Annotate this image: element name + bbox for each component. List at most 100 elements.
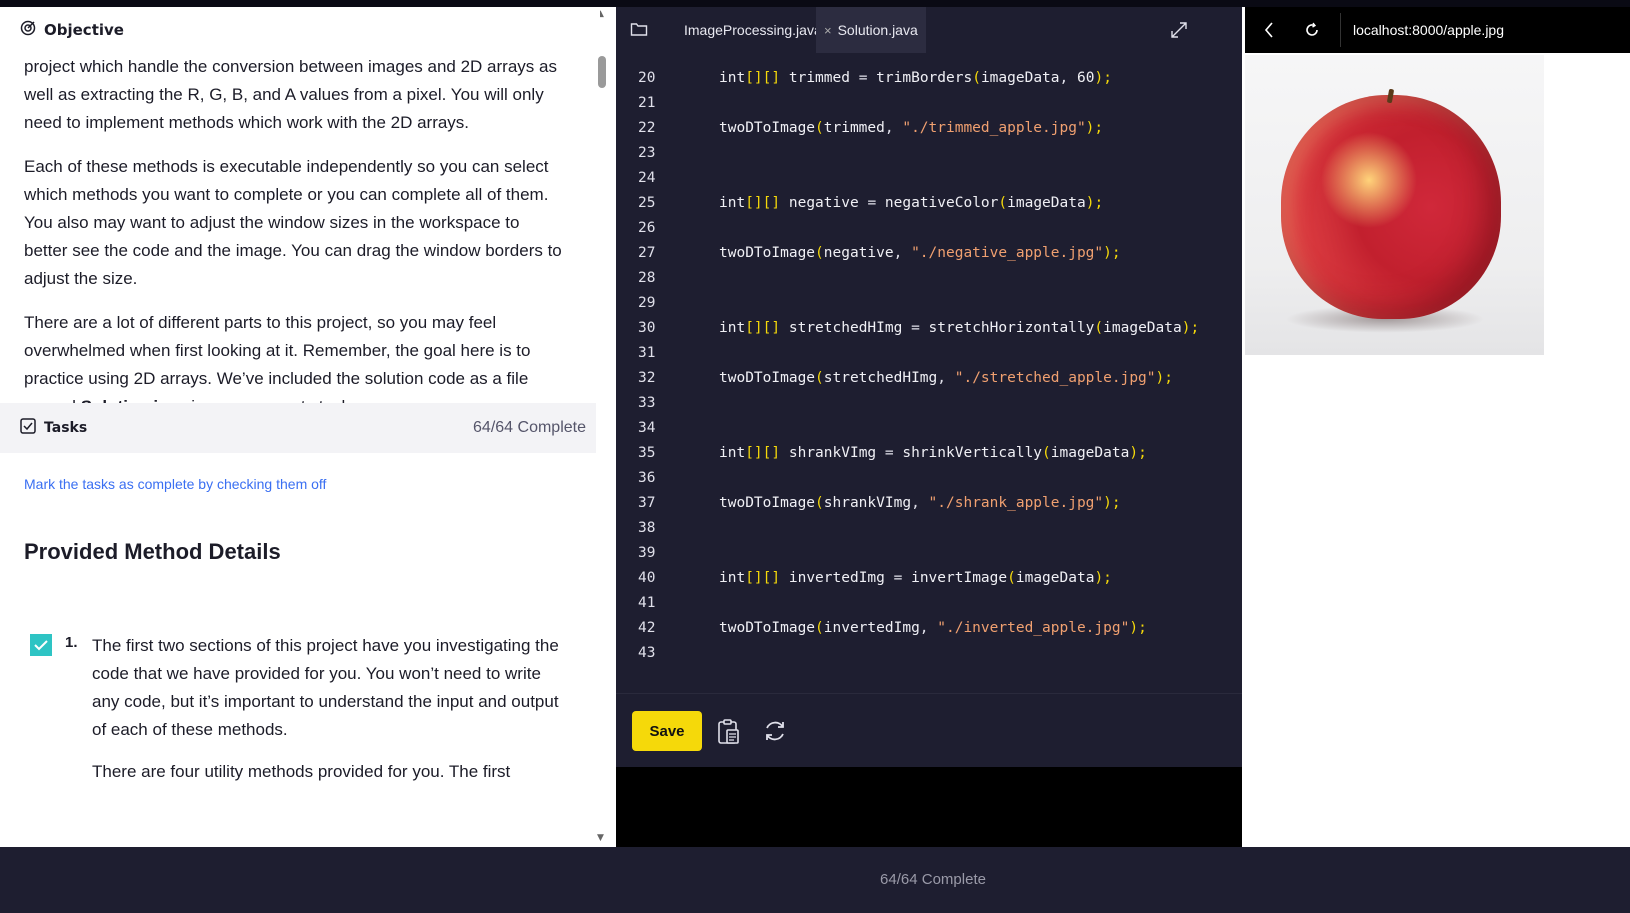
task-checkbox[interactable] (30, 634, 52, 656)
back-icon[interactable] (1263, 21, 1275, 43)
objective-title: Objective (44, 21, 124, 39)
tasks-label: Tasks (44, 420, 88, 436)
code-text: twoDToImage(negative, "./negative_apple.… (719, 245, 1121, 261)
line-number: 33 (638, 395, 656, 411)
line-number: 31 (638, 345, 656, 361)
code-line[interactable]: 25 int[][] negative = negativeColor(image… (616, 190, 1242, 216)
tab-label: Solution.java (837, 22, 918, 38)
mark-tasks-link[interactable]: Mark the tasks as complete by checking t… (24, 476, 326, 492)
code-line[interactable]: 23 (616, 140, 1242, 166)
line-number: 25 (638, 195, 656, 211)
code-text: twoDToImage(invertedImg, "./inverted_app… (719, 620, 1147, 636)
code-text: twoDToImage(stretchedHImg, "./stretched_… (719, 370, 1173, 386)
line-number: 24 (638, 170, 656, 186)
code-text: int[][] invertedImg = invertImage(imageD… (719, 570, 1112, 586)
expand-icon[interactable] (1170, 21, 1188, 43)
line-number: 35 (638, 445, 656, 461)
tab-imageprocessing[interactable]: ImageProcessing.java (676, 7, 830, 53)
terminal-area[interactable] (616, 767, 1242, 847)
code-line[interactable]: 42 twoDToImage(invertedImg, "./inverted_a… (616, 615, 1242, 641)
code-area[interactable]: 20 int[][] trimmed = trimBorders(imageDat… (616, 53, 1242, 693)
address-bar[interactable]: localhost:8000/apple.jpg (1340, 13, 1630, 47)
code-line[interactable]: 35 int[][] shrankVImg = shrinkVertically(… (616, 440, 1242, 466)
line-number: 39 (638, 545, 656, 561)
line-number: 43 (638, 645, 656, 661)
code-text: int[][] shrankVImg = shrinkVertically(im… (719, 445, 1147, 461)
objective-paragraph-2: Each of these methods is executable inde… (24, 157, 562, 288)
editor-tab-bar: ImageProcessing.java × Solution.java (616, 7, 1242, 53)
clipboard-icon[interactable] (716, 718, 744, 746)
line-number: 26 (638, 220, 656, 236)
checkbox-icon (20, 418, 36, 438)
code-text: int[][] stretchedHImg = stretchHorizonta… (719, 320, 1200, 336)
apple-image (1245, 55, 1544, 355)
folder-icon[interactable] (630, 21, 648, 41)
line-number: 36 (638, 470, 656, 486)
code-line[interactable]: 26 (616, 215, 1242, 241)
line-number: 20 (638, 70, 656, 86)
code-text: int[][] negative = negativeColor(imageDa… (719, 195, 1104, 211)
section-heading: Provided Method Details (24, 539, 281, 564)
code-text: int[][] trimmed = trimBorders(imageData,… (719, 70, 1112, 86)
line-number: 37 (638, 495, 656, 511)
code-line[interactable]: 37 twoDToImage(shrankVImg, "./shrank_appl… (616, 490, 1242, 516)
tab-label: ImageProcessing.java (684, 22, 822, 38)
top-edge (0, 0, 1630, 7)
task-number: 1. (65, 634, 78, 651)
line-number: 41 (638, 595, 656, 611)
line-number: 40 (638, 570, 656, 586)
tasks-count: 64/64 Complete (473, 419, 586, 436)
browser-toolbar: localhost:8000/apple.jpg (1245, 7, 1630, 53)
scroll-down-icon[interactable]: ▼ (597, 833, 604, 843)
refresh-icon[interactable] (762, 718, 790, 746)
tab-solution[interactable]: × Solution.java (816, 7, 926, 53)
code-line[interactable]: 30 int[][] stretchedHImg = stretchHorizon… (616, 315, 1242, 341)
code-line[interactable]: 34 (616, 415, 1242, 441)
status-bar: 64/64 Complete (0, 847, 1630, 913)
code-editor: ImageProcessing.java × Solution.java 20 i… (616, 7, 1242, 847)
scrollbar-thumb[interactable] (598, 56, 606, 88)
code-line[interactable]: 41 (616, 590, 1242, 616)
line-number: 34 (638, 420, 656, 436)
task-text-continued: There are four utility methods provided … (92, 762, 511, 781)
code-line[interactable]: 31 (616, 340, 1242, 366)
line-number: 32 (638, 370, 656, 386)
code-text: twoDToImage(trimmed, "./trimmed_apple.jp… (719, 120, 1104, 136)
task-text: The first two sections of this project h… (92, 636, 559, 739)
reload-icon[interactable] (1303, 21, 1321, 43)
line-number: 30 (638, 320, 656, 336)
code-line[interactable]: 22 twoDToImage(trimmed, "./trimmed_apple.… (616, 115, 1242, 141)
code-line[interactable]: 27 twoDToImage(negative, "./negative_appl… (616, 240, 1242, 266)
instructions-panel: Objective project which handle the conve… (0, 7, 600, 847)
status-completion: 64/64 Complete (880, 871, 986, 888)
code-line[interactable]: 21 (616, 90, 1242, 116)
line-number: 42 (638, 620, 656, 636)
browser-panel: localhost:8000/apple.jpg (1245, 7, 1630, 847)
code-line[interactable]: 33 (616, 390, 1242, 416)
check-icon (34, 640, 48, 651)
line-number: 27 (638, 245, 656, 261)
code-line[interactable]: 20 int[][] trimmed = trimBorders(imageDat… (616, 65, 1242, 91)
left-scrollbar[interactable] (596, 7, 608, 847)
code-line[interactable]: 43 (616, 640, 1242, 666)
tasks-header[interactable]: Tasks 64/64 Complete (0, 403, 600, 453)
line-number: 23 (638, 145, 656, 161)
line-number: 38 (638, 520, 656, 536)
code-line[interactable]: 36 (616, 465, 1242, 491)
code-line[interactable]: 32 twoDToImage(stretchedHImg, "./stretche… (616, 365, 1242, 391)
code-line[interactable]: 29 (616, 290, 1242, 316)
line-number: 29 (638, 295, 656, 311)
line-number: 22 (638, 120, 656, 136)
target-icon (20, 20, 36, 40)
editor-footer: Save (616, 693, 1242, 767)
code-line[interactable]: 24 (616, 165, 1242, 191)
line-number: 21 (638, 95, 656, 111)
close-icon[interactable]: × (824, 23, 832, 38)
code-line[interactable]: 40 int[][] invertedImg = invertImage(imag… (616, 565, 1242, 591)
code-line[interactable]: 38 (616, 515, 1242, 541)
objective-header[interactable]: Objective (0, 7, 600, 53)
line-number: 28 (638, 270, 656, 286)
save-button[interactable]: Save (632, 711, 702, 751)
code-line[interactable]: 28 (616, 265, 1242, 291)
code-line[interactable]: 39 (616, 540, 1242, 566)
